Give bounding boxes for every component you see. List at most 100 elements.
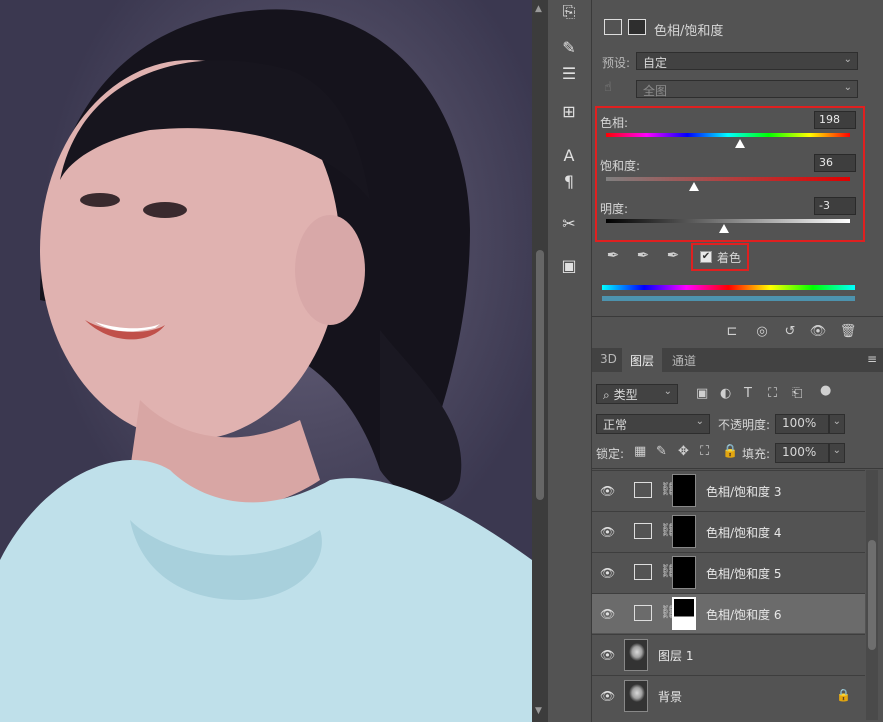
paragraph-icon[interactable]: ¶ [556, 170, 582, 194]
target-adjust-hand-icon[interactable]: ☝ [604, 80, 612, 95]
visibility-eye-icon[interactable]: 👁 [600, 566, 615, 580]
scroll-up-arrow-icon[interactable]: ▲ [535, 4, 542, 14]
layer-name: 图层 1 [658, 649, 694, 663]
layer-row[interactable]: 👁 ⛓ 色相/饱和度 5 [592, 552, 865, 592]
scroll-down-arrow-icon[interactable]: ▼ [535, 706, 542, 716]
chevron-down-icon: ⌄ [832, 445, 841, 456]
opacity-dropdown[interactable]: ⌄ [829, 414, 845, 434]
reset-icon[interactable]: ↺ [780, 324, 800, 342]
layers-scrollbar[interactable] [866, 470, 878, 720]
layer-row[interactable]: 👁 ⛓ 色相/饱和度 4 [592, 511, 865, 551]
fill-label: 填充: [742, 447, 771, 461]
filter-pixel-icon[interactable]: ▣ [696, 386, 708, 401]
tab-channels[interactable]: 通道 [664, 348, 704, 372]
saturation-slider-thumb[interactable] [688, 182, 699, 191]
layer-name: 色相/饱和度 4 [706, 526, 782, 540]
filter-shape-icon[interactable]: ⛶ [768, 386, 777, 401]
layer-mask-thumbnail[interactable] [672, 474, 696, 507]
layer-mask-thumbnail[interactable] [672, 515, 696, 548]
fill-dropdown[interactable]: ⌄ [829, 443, 845, 463]
clip-to-layer-icon[interactable]: ⊏ [722, 324, 742, 342]
lock-label: 锁定: [596, 447, 625, 461]
hue-slider-thumb[interactable] [735, 139, 746, 148]
channel-select[interactable]: 全图 ⌄ [636, 80, 858, 98]
properties-title: 色相/饱和度 [654, 24, 724, 39]
hue-saturation-adjustment-icon [634, 564, 652, 580]
filter-smart-object-icon[interactable]: ⎗ [792, 386, 802, 401]
layer-name: 色相/饱和度 6 [706, 608, 782, 622]
view-previous-icon[interactable]: ◎ [752, 324, 772, 342]
saturation-label: 饱和度: [600, 159, 641, 173]
lock-position-icon[interactable]: ✥ [678, 444, 689, 459]
layers-tab-bar: 3D 图层 通道 ≡ [592, 348, 883, 372]
output-color-bar [602, 296, 855, 301]
channel-value: 全图 [643, 84, 668, 98]
lightness-input[interactable]: -3 [814, 197, 856, 215]
layer-thumbnail[interactable] [624, 639, 648, 671]
colorize-checkbox[interactable]: ✔ [700, 251, 712, 263]
visibility-eye-icon[interactable]: 👁 [600, 525, 615, 539]
lightness-slider-track[interactable] [606, 219, 850, 223]
lock-all-icon[interactable]: 🔒 [722, 444, 738, 459]
character-icon[interactable]: A [556, 144, 582, 168]
layer-thumbnail[interactable] [624, 680, 648, 712]
preset-select[interactable]: 自定 ⌄ [636, 52, 858, 70]
history-icon[interactable]: ⎘ [556, 0, 582, 24]
chevron-down-icon: ⌄ [832, 416, 841, 427]
eyedropper-subtract-icon[interactable]: ✒ [662, 246, 684, 268]
navigator-icon[interactable]: ▣ [556, 254, 582, 278]
panel-menu-icon[interactable]: ≡ [867, 352, 877, 366]
mask-icon[interactable] [628, 19, 646, 35]
filter-toggle-icon[interactable]: ● [820, 383, 831, 398]
scrollbar-thumb[interactable] [868, 540, 876, 650]
saturation-input[interactable]: 36 [814, 154, 856, 172]
trash-icon[interactable]: 🗑 [838, 324, 858, 342]
input-color-bar [602, 285, 855, 290]
layer-filter-select[interactable]: ⌕ 类型 ⌄ [596, 384, 678, 404]
preset-label: 预设: [602, 56, 631, 70]
lock-image-icon[interactable]: ✎ [656, 444, 667, 459]
visibility-eye-icon[interactable]: 👁 [600, 648, 615, 662]
visibility-eye-icon[interactable]: 👁 [600, 607, 615, 621]
fill-input[interactable]: 100% [775, 443, 829, 463]
layer-row[interactable]: 👁 图层 1 [592, 634, 865, 674]
tab-3d[interactable]: 3D [592, 348, 625, 372]
tools-icon[interactable]: ✂ [556, 212, 582, 236]
saturation-slider-track[interactable] [606, 177, 850, 181]
blend-mode-select[interactable]: 正常 ⌄ [596, 414, 710, 434]
eye-icon[interactable]: 👁 [808, 324, 828, 342]
portrait-image [0, 9, 532, 722]
clone-source-icon[interactable]: ⊞ [556, 100, 582, 124]
layer-mask-thumbnail[interactable] [672, 556, 696, 589]
eyedropper-add-icon[interactable]: ✒ [632, 246, 654, 268]
adjustment-layer-icon[interactable] [604, 19, 622, 35]
lock-transparent-icon[interactable]: ▦ [634, 444, 646, 459]
filter-type-icon[interactable]: T [744, 386, 752, 401]
scrollbar-thumb[interactable] [536, 250, 544, 500]
lightness-slider-thumb[interactable] [719, 224, 730, 233]
opacity-input[interactable]: 100% [775, 414, 829, 434]
layer-mask-thumbnail[interactable] [672, 597, 696, 630]
canvas-scrollbar[interactable]: ▲ ▼ [532, 0, 548, 722]
properties-header: 色相/饱和度 [592, 14, 883, 42]
chevron-down-icon: ⌄ [843, 82, 852, 93]
document-canvas[interactable] [0, 0, 532, 722]
hue-slider-track[interactable] [606, 133, 850, 137]
layer-name: 色相/饱和度 3 [706, 485, 782, 499]
adjustments-icon[interactable]: ☰ [556, 62, 582, 86]
filter-adjustment-icon[interactable]: ◐ [720, 386, 731, 401]
brush-icon[interactable]: ✎ [556, 36, 582, 60]
filter-value: 类型 [613, 388, 638, 402]
lightness-label: 明度: [600, 202, 629, 216]
visibility-eye-icon[interactable]: 👁 [600, 484, 615, 498]
layer-row-selected[interactable]: 👁 ⛓ 色相/饱和度 6 [592, 593, 865, 633]
layer-row[interactable]: 👁 背景 🔒 [592, 675, 865, 715]
visibility-eye-icon[interactable]: 👁 [600, 689, 615, 703]
opacity-label: 不透明度: [718, 418, 771, 432]
hue-input[interactable]: 198 [814, 111, 856, 129]
eyedropper-icon[interactable]: ✒ [602, 246, 624, 268]
tab-layers[interactable]: 图层 [622, 348, 663, 372]
layer-name: 色相/饱和度 5 [706, 567, 782, 581]
lock-artboard-icon[interactable]: ⛶ [700, 444, 709, 459]
layer-row[interactable]: 👁 ⛓ 色相/饱和度 3 [592, 470, 865, 510]
